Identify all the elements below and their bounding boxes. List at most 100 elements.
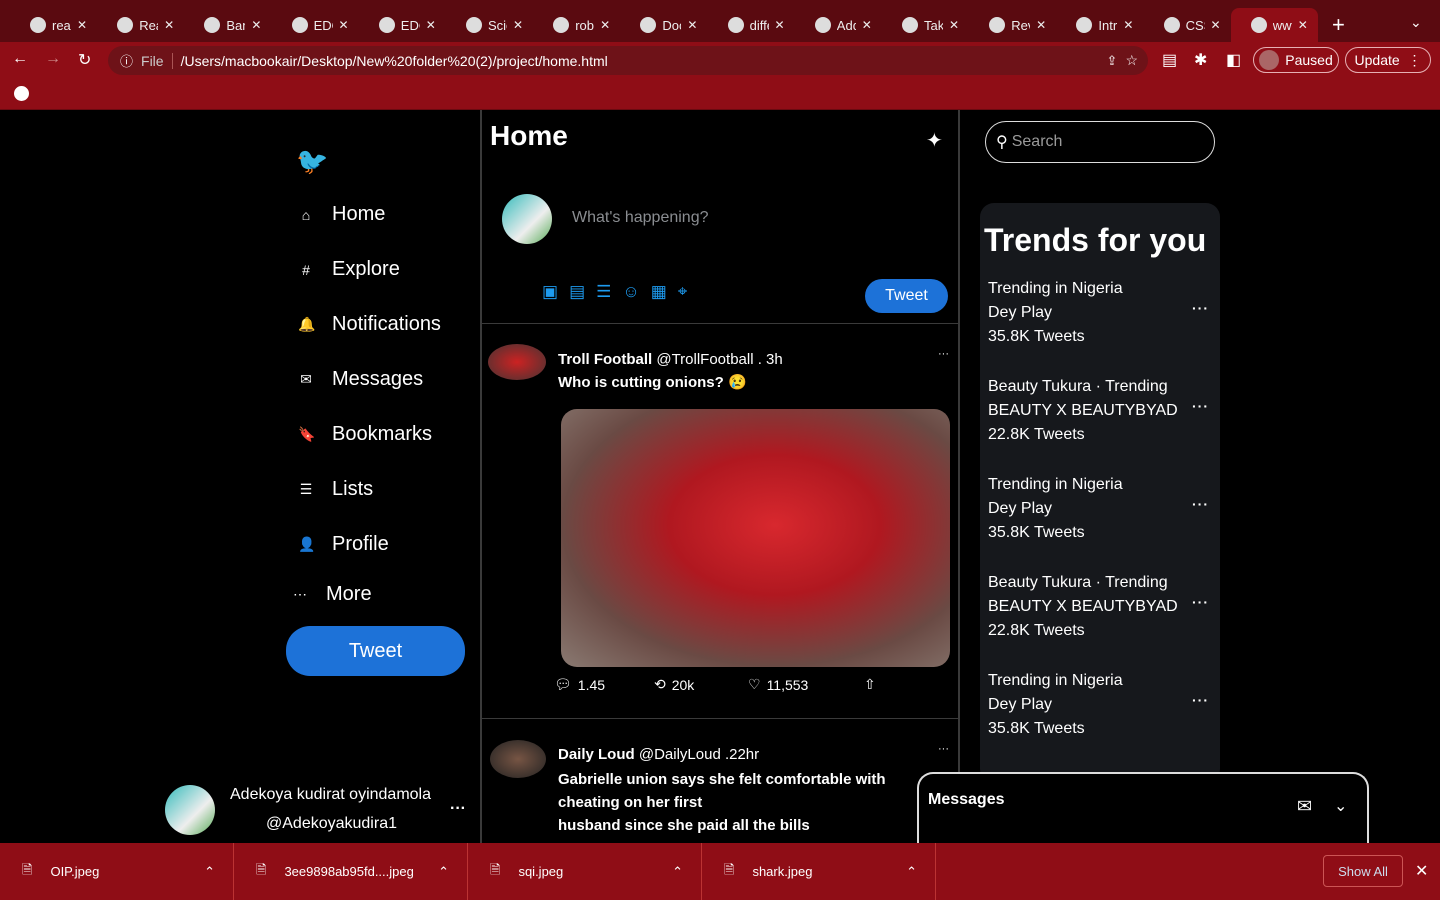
browser-tab[interactable]: CSS ✕ [1144, 8, 1231, 42]
sidebar-item-bookmarks[interactable]: 🔖 Bookmarks [298, 423, 432, 446]
share-icon[interactable]: ⇪ [1107, 53, 1118, 69]
image-icon[interactable]: ▣ [542, 282, 558, 302]
close-tab-icon[interactable]: ✕ [1036, 18, 1046, 32]
sidebar-tweet-button[interactable]: Tweet [286, 626, 465, 676]
browser-tab[interactable]: Add ✕ [795, 8, 882, 42]
close-tab-icon[interactable]: ✕ [339, 18, 349, 32]
user-handle: @Adekoyakudira1 [266, 815, 397, 832]
trend-item[interactable]: Beauty Tukura · Trending BEAUTY X BEAUTYB… [988, 375, 1213, 447]
close-tab-icon[interactable]: ✕ [862, 18, 872, 32]
trend-item[interactable]: Trending in Nigeria Dey Play 35.8K Tweets [988, 669, 1213, 741]
tweet-author[interactable]: Daily Loud [558, 746, 635, 763]
puzzle-icon[interactable]: ✱ [1194, 50, 1207, 70]
browser-tab[interactable]: Reac ✕ [97, 8, 184, 42]
reply-button[interactable]: 💬︎ 1.45 [554, 676, 605, 693]
browser-tab[interactable]: Rev ✕ [969, 8, 1056, 42]
schedule-icon[interactable]: ▦ [651, 282, 667, 302]
browser-tab[interactable]: diffe ✕ [708, 8, 795, 42]
trend-more-icon[interactable]: ··· [1192, 594, 1209, 610]
address-bar[interactable]: ⓘ File /Users/macbookair/Desktop/New%20f… [108, 46, 1148, 75]
tweet-avatar[interactable] [488, 344, 546, 380]
bookmark-star-icon[interactable]: ☆ [1125, 52, 1138, 69]
close-tab-icon[interactable]: ✕ [1123, 18, 1133, 32]
trend-item[interactable]: Trending in Nigeria Dey Play 35.8K Tweets [988, 277, 1213, 349]
chevron-up-icon[interactable]: ⌃ [906, 864, 917, 880]
chevron-up-icon[interactable]: ⌃ [438, 864, 449, 880]
browser-tab[interactable]: Banl ✕ [184, 8, 271, 42]
tab-list-chevron-icon[interactable]: ⌄ [1410, 14, 1422, 31]
browser-tab[interactable]: reac ✕ [10, 8, 97, 42]
sidebar-item-notifications[interactable]: 🔔 Notifications [298, 313, 441, 336]
trend-more-icon[interactable]: ··· [1192, 300, 1209, 316]
new-tab-button[interactable]: + [1332, 12, 1345, 38]
sidebar-item-lists[interactable]: ☰ Lists [298, 478, 373, 501]
download-item[interactable]: 🗎 sqi.jpeg ⌃ [468, 843, 702, 900]
sidepanel-icon[interactable]: ◧ [1226, 50, 1241, 70]
sidebar-item-home[interactable]: ⌂ Home [298, 203, 386, 226]
emoji-icon[interactable]: ☺ [622, 282, 639, 302]
show-all-button[interactable]: Show All [1323, 855, 1403, 887]
share-button[interactable]: ⇧ [864, 676, 876, 693]
globe-icon[interactable] [14, 86, 29, 101]
extension-icon[interactable]: ▤ [1162, 50, 1177, 70]
close-tab-icon[interactable]: ✕ [949, 18, 959, 32]
twitter-logo-icon[interactable]: 🐦 [296, 146, 328, 177]
reload-icon[interactable]: ↻ [78, 50, 91, 70]
forward-icon[interactable]: → [45, 50, 61, 68]
sidebar-item-explore[interactable]: # Explore [298, 258, 400, 281]
collapse-chevron-icon[interactable]: ⌄ [1334, 796, 1347, 816]
new-message-icon[interactable]: ✉ [1297, 796, 1312, 817]
sidebar-item-more[interactable]: ⋯ More [292, 583, 372, 606]
close-tab-icon[interactable]: ✕ [77, 18, 87, 32]
compose-tweet-button[interactable]: Tweet [865, 279, 948, 313]
browser-tab[interactable]: robo ✕ [533, 8, 620, 42]
sparkle-icon[interactable]: ✦ [926, 128, 943, 153]
chevron-up-icon[interactable]: ⌃ [204, 864, 215, 880]
user-avatar[interactable] [165, 785, 215, 835]
back-icon[interactable]: ← [12, 50, 28, 68]
account-more-icon[interactable]: ··· [450, 800, 466, 818]
close-tab-icon[interactable]: ✕ [687, 18, 697, 32]
browser-tab[interactable]: EDO ✕ [359, 8, 446, 42]
browser-tab[interactable]: EDO ✕ [272, 8, 359, 42]
tweet-author[interactable]: Troll Football [558, 351, 652, 368]
download-item[interactable]: 🗎 shark.jpeg ⌃ [702, 843, 936, 900]
download-item[interactable]: 🗎 3ee9898ab95fd....jpeg ⌃ [234, 843, 468, 900]
browser-tab[interactable]: Doc ✕ [620, 8, 707, 42]
gif-icon[interactable]: ▤ [569, 282, 585, 302]
search-input[interactable]: ⚲ Search [985, 121, 1215, 163]
close-tab-icon[interactable]: ✕ [1211, 18, 1221, 32]
browser-tab[interactable]: Take ✕ [882, 8, 969, 42]
compose-input[interactable]: What's happening? [572, 209, 708, 227]
chevron-up-icon[interactable]: ⌃ [672, 864, 683, 880]
close-tab-icon[interactable]: ✕ [1298, 18, 1308, 32]
close-tab-icon[interactable]: ✕ [164, 18, 174, 32]
download-item[interactable]: 🗎 OIP.jpeg ⌃ [0, 843, 234, 900]
browser-tab[interactable]: Scie ✕ [446, 8, 533, 42]
profile-paused-button[interactable]: Paused [1253, 47, 1339, 73]
retweet-button[interactable]: ⟲ 20k [654, 676, 694, 693]
tweet-avatar[interactable] [490, 740, 546, 778]
trend-item[interactable]: Trending in Nigeria Dey Play 35.8K Tweets [988, 473, 1213, 545]
browser-tab[interactable]: Intro ✕ [1056, 8, 1143, 42]
trend-more-icon[interactable]: ··· [1192, 496, 1209, 512]
location-icon[interactable]: ⌖ [678, 282, 688, 302]
close-tab-icon[interactable]: ✕ [600, 18, 610, 32]
trend-more-icon[interactable]: ··· [1192, 398, 1209, 414]
browser-tab[interactable]: www ✕ [1230, 8, 1318, 42]
trend-item[interactable]: Beauty Tukura · Trending BEAUTY X BEAUTYB… [988, 571, 1213, 643]
tweet-image[interactable] [561, 409, 950, 667]
poll-icon[interactable]: ☰ [596, 282, 611, 302]
close-tab-icon[interactable]: ✕ [426, 18, 436, 32]
like-button[interactable]: ♡ 11,553 [748, 676, 808, 693]
close-tab-icon[interactable]: ✕ [513, 18, 523, 32]
sidebar-item-messages[interactable]: ✉ Messages [298, 368, 423, 391]
update-button[interactable]: Update ⋮ [1345, 47, 1431, 73]
sidebar-item-profile[interactable]: 👤 Profile [298, 533, 389, 556]
tweet-more-icon[interactable]: ··· [938, 348, 949, 360]
trend-more-icon[interactable]: ··· [1192, 692, 1209, 708]
close-tab-icon[interactable]: ✕ [775, 18, 785, 32]
close-tab-icon[interactable]: ✕ [251, 18, 261, 32]
close-downloads-icon[interactable]: ✕ [1415, 861, 1428, 881]
tweet-more-icon[interactable]: ··· [938, 743, 949, 755]
